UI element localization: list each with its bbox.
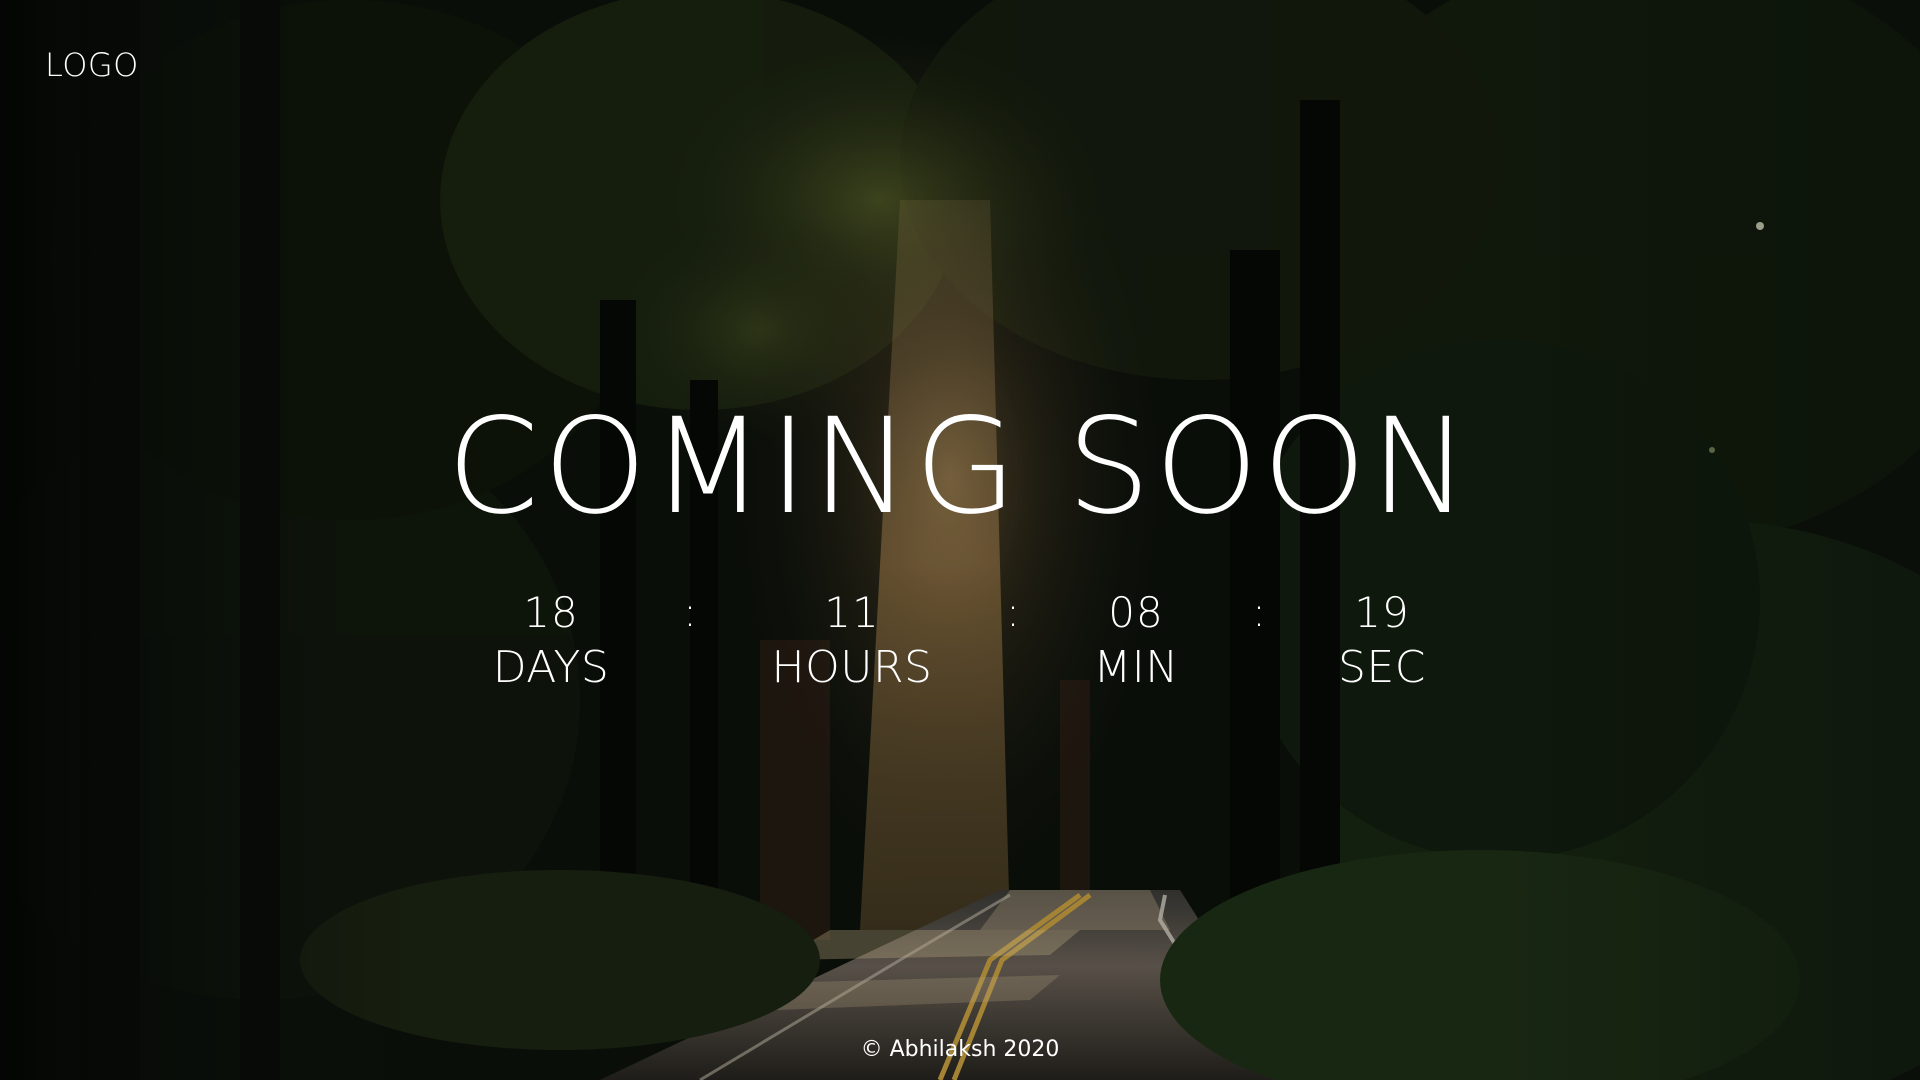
- copyright-text: © Abhilaksh 2020: [860, 1037, 1060, 1062]
- days-label: DAYS: [492, 642, 610, 693]
- footer: © Abhilaksh 2020: [0, 1036, 1920, 1064]
- logo[interactable]: LOGO: [45, 46, 139, 84]
- days-value: 18: [523, 588, 579, 637]
- page-title: COMING SOON: [446, 390, 1474, 544]
- coming-soon-page: LOGO COMING SOON 18 DAYS : 11 HOURS : 08…: [0, 0, 1920, 1080]
- minutes-value: 08: [1108, 588, 1164, 637]
- countdown-seconds: 19 SEC: [1252, 586, 1512, 696]
- countdown-timer: 18 DAYS : 11 HOURS : 08 MIN : 19 SEC: [0, 586, 1920, 696]
- seconds-label: SEC: [1338, 642, 1426, 693]
- countdown-hours: 11 HOURS: [722, 586, 982, 696]
- countdown-days: 18 DAYS: [421, 586, 681, 696]
- hours-label: HOURS: [771, 642, 933, 693]
- minutes-label: MIN: [1093, 642, 1179, 693]
- hours-value: 11: [824, 588, 880, 637]
- countdown-minutes: 08 MIN: [1006, 586, 1266, 696]
- countdown-separator: :: [683, 590, 697, 636]
- seconds-value: 19: [1354, 588, 1410, 637]
